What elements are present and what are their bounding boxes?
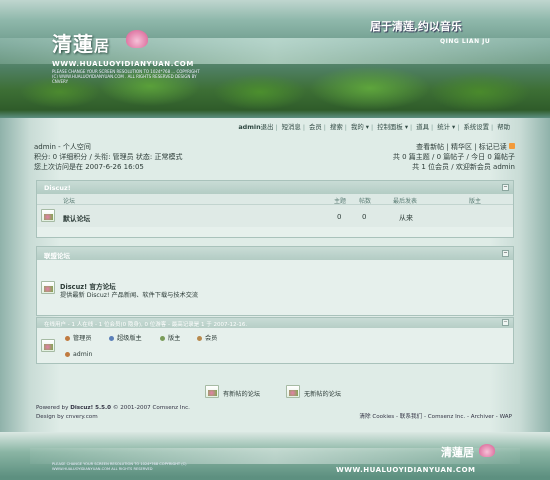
forum-totals: 共 0 篇主题 / 0 篇帖子 / 今日 0 篇帖子 <box>392 153 515 161</box>
nav-system-settings[interactable]: 系统设置 <box>461 122 491 131</box>
nav-items[interactable]: 道具 <box>414 122 431 131</box>
forum-posts: 0 <box>362 213 367 221</box>
quick-links[interactable]: 查看新帖 | 精华区 | 标记已读 <box>393 142 515 152</box>
slogan: 居于清莲,约以音乐 <box>370 20 462 33</box>
design-credit[interactable]: Design by cnvery.com <box>36 413 190 422</box>
forum-table-header: 论坛 主题 帖数 最后发表 版主 <box>37 194 513 205</box>
slogan-pinyin: QING LIAN JU <box>440 38 491 45</box>
links-panel: 联盟论坛 − Discuz! 官方论坛 提供最新 Discuz! 产品新闻、软件下… <box>36 246 514 316</box>
nav-help[interactable]: 帮助 <box>495 122 512 131</box>
link-desc: 提供最新 Discuz! 产品新闻、软件下载与技术交流 <box>60 292 199 299</box>
bottom-fine-print: PLEASE CHANGE YOUR SCREEN RESOLUTION TO … <box>52 462 187 471</box>
user-info: admin - 个人空间 积分: 0 详细积分 / 头衔: 管理员 状态: 正常… <box>34 142 515 172</box>
logo-text: 清蓮 <box>52 32 94 56</box>
new-posts-label: 有新帖的论坛 <box>223 391 261 398</box>
col-forum: 论坛 <box>63 198 76 205</box>
header-fine-print: PLEASE CHANGE YOUR SCREEN RESOLUTION TO … <box>52 69 200 84</box>
no-new-posts-label: 无新帖的论坛 <box>304 391 342 398</box>
header-banner <box>0 0 550 118</box>
forum-category-panel: Discuz! − 论坛 主题 帖数 最后发表 版主 默认论坛 0 0 从来 <box>36 180 514 238</box>
member-totals: 共 1 位会员 / 欢迎新会员 admin <box>412 163 515 171</box>
online-bar: 在线用户 - 1 人在线 - 1 位会员(0 隐身), 0 位游客 - 最高记录… <box>37 318 513 328</box>
col-topics: 主题 <box>334 198 347 205</box>
col-posts: 帖数 <box>359 198 372 205</box>
lotus-flower-icon <box>479 444 495 457</box>
lotus-flower-icon <box>126 30 148 48</box>
nav-messages[interactable]: 短消息 <box>280 122 303 131</box>
table-row: 默认论坛 0 0 从来 <box>37 205 513 227</box>
rss-icon[interactable] <box>509 143 515 149</box>
logo-ju: 居 <box>94 37 111 55</box>
forum-topics: 0 <box>337 213 342 221</box>
collapse-icon[interactable]: − <box>502 319 509 326</box>
nav-control-panel[interactable]: 控制面板 ▾ <box>375 122 410 131</box>
col-last-post: 最后发表 <box>393 198 418 205</box>
bottom-logo: 清蓮居 <box>441 446 474 459</box>
moderator-icon <box>160 335 165 341</box>
forum-last-post: 从来 <box>399 214 413 222</box>
nav-search[interactable]: 搜索 <box>328 122 345 131</box>
online-user[interactable]: admin <box>65 351 92 358</box>
online-panel: 在线用户 - 1 人在线 - 1 位会员(0 隐身), 0 位游客 - 最高记录… <box>36 317 514 364</box>
nav-stats[interactable]: 统计 ▾ <box>435 122 457 131</box>
links-title: 联盟论坛 <box>44 252 70 260</box>
nav-user[interactable]: admin退出 <box>236 122 275 131</box>
no-new-posts-icon <box>286 385 300 398</box>
col-moderator: 版主 <box>469 198 482 205</box>
online-summary[interactable]: 在线用户 - 1 人在线 - 1 位会员(0 隐身), 0 位游客 - 最高记录… <box>44 322 247 328</box>
product-link[interactable]: Discuz! 5.5.0 <box>70 405 111 411</box>
nav-members[interactable]: 会员 <box>307 122 324 131</box>
legend-moderator: 版主 <box>160 333 180 342</box>
footer-links[interactable]: 清除 Cookies - 联系我们 - Comsenz Inc. - Archi… <box>359 412 512 420</box>
forum-status-icon <box>41 209 55 222</box>
nav-my[interactable]: 我的 ▾ <box>349 122 371 131</box>
category-title[interactable]: Discuz! <box>44 184 71 192</box>
powered-by: Powered by Discuz! 5.5.0 © 2001-2007 Com… <box>36 405 190 411</box>
footer: Powered by Discuz! 5.5.0 © 2001-2007 Com… <box>36 404 190 422</box>
collapse-icon[interactable]: − <box>502 184 509 191</box>
collapse-icon[interactable]: − <box>502 250 509 257</box>
top-nav: admin退出 | 短消息 | 会员 | 搜索 | 我的 ▾ | 控制面板 ▾ | 道具 | … <box>236 122 512 131</box>
site-logo[interactable]: 清蓮居 <box>52 28 110 57</box>
super-moderator-icon <box>109 335 114 341</box>
legend-super-moderator: 超级版主 <box>109 333 142 342</box>
forum-name[interactable]: 默认论坛 <box>63 213 90 223</box>
new-posts-icon <box>205 385 219 398</box>
legend-member: 会员 <box>197 333 217 342</box>
member-icon <box>197 335 202 341</box>
category-header: Discuz! − <box>37 181 513 194</box>
link-forum-icon <box>41 281 55 294</box>
admin-icon <box>65 335 70 341</box>
user-icon <box>65 351 70 357</box>
legend-admin: 管理员 <box>65 333 92 342</box>
site-url: WWW.HUALUOYIDIANYUAN.COM <box>52 60 194 68</box>
links-header: 联盟论坛 − <box>37 247 513 260</box>
bottom-url: WWW.HUALUOYIDIANYUAN.COM <box>336 466 476 474</box>
online-icon <box>41 339 55 352</box>
